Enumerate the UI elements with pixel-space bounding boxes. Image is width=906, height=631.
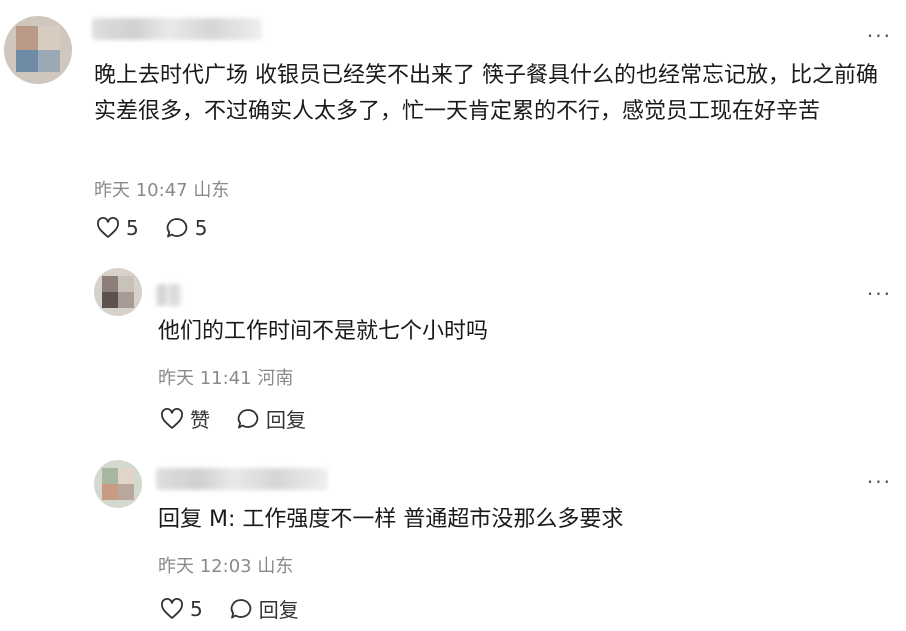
like-count: 5 [126,216,139,240]
reply-button[interactable]: 5 [165,216,208,240]
comment-text: 回复 M: 工作强度不一样 普通超市没那么多要求 [158,502,878,538]
heart-icon [161,407,183,429]
more-options-icon[interactable]: ··· [867,284,892,304]
avatar[interactable] [94,268,142,316]
more-options-icon[interactable]: ··· [867,26,892,46]
avatar[interactable] [4,16,72,84]
comment-bubble-icon [166,218,188,238]
reply-body: 工作强度不一样 普通超市没那么多要求 [235,507,624,532]
reply-target[interactable]: 回复 M: [158,507,235,532]
comment-1: ··· 晚上去时代广场 收银员已经笑不出来了 筷子餐具什么的也经常忘记放，比之前… [0,0,906,250]
comment-meta: 昨天 12:03 山东 [158,556,294,577]
comment-actions: 5 5 [96,216,207,240]
comment-text: 晚上去时代广场 收银员已经笑不出来了 筷子餐具什么的也经常忘记放，比之前确实差很… [94,63,878,124]
reply-label: 回复 [266,408,306,432]
avatar[interactable] [94,460,142,508]
like-button[interactable]: 5 [160,597,203,621]
reply-label: 回复 [258,598,299,622]
like-label: 赞 [190,408,210,432]
comment-actions: 赞 回复 [160,404,306,433]
username-blurred[interactable] [92,18,262,40]
comment-text: 他们的工作时间不是就七个小时吗 [158,319,489,344]
like-button[interactable]: 赞 [160,404,210,433]
reply-button[interactable]: 回复 [229,594,299,623]
comment-bubble-icon [230,598,252,618]
comment-meta: 昨天 11:41 河南 [158,368,294,389]
reply-count: 5 [194,216,208,240]
comment-meta: 昨天 10:47 山东 [94,180,230,201]
like-button[interactable]: 5 [96,216,139,240]
heart-icon [161,597,183,619]
comment-actions: 5 回复 [160,594,299,623]
comment-3: ··· 回复 M: 工作强度不一样 普通超市没那么多要求 昨天 12:03 山东… [0,440,906,631]
username-blurred[interactable] [156,284,182,306]
reply-button[interactable]: 回复 [236,404,306,433]
heart-icon [97,217,119,238]
more-options-icon[interactable]: ··· [867,472,892,492]
comment-bubble-icon [237,408,259,428]
username-blurred[interactable] [156,468,328,490]
comment-2: ··· 他们的工作时间不是就七个小时吗 昨天 11:41 河南 赞 回复 [0,250,906,440]
like-count: 5 [190,596,203,621]
